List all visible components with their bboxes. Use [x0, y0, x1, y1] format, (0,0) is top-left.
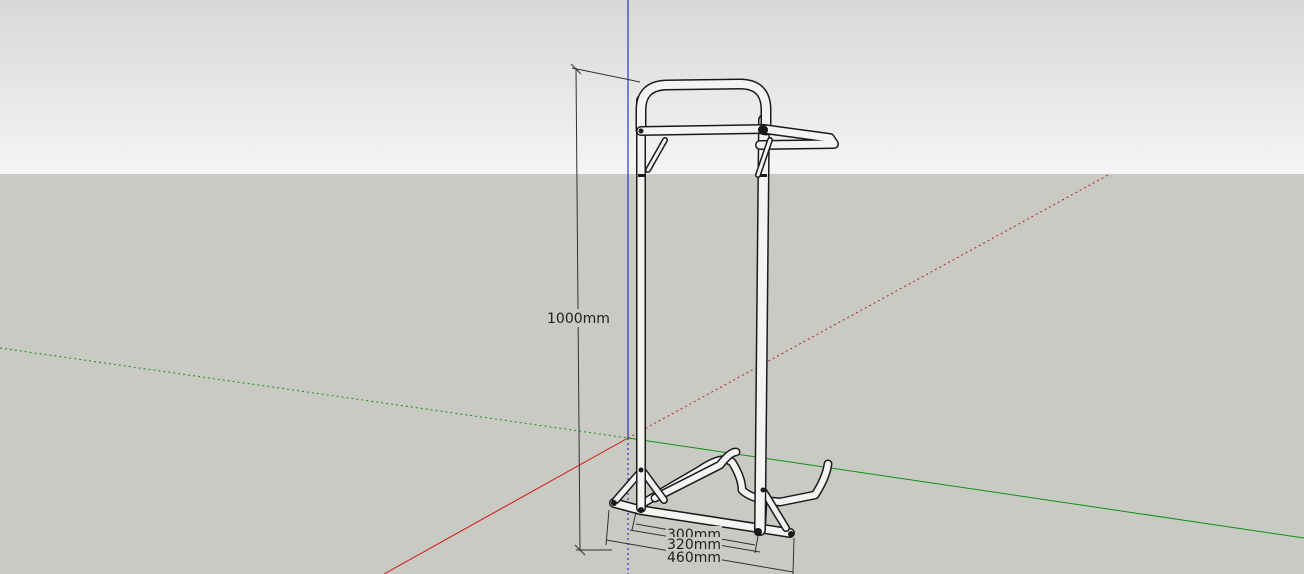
right-upright [754, 114, 770, 536]
modeling-viewport[interactable]: 1000mm 300mm 320mm 460mm [0, 0, 1304, 574]
height-dimension-label: 1000mm [547, 311, 610, 327]
3d-scene[interactable]: 1000mm 300mm 320mm 460mm [0, 0, 1304, 574]
width-outer-label: 460mm [667, 550, 721, 566]
